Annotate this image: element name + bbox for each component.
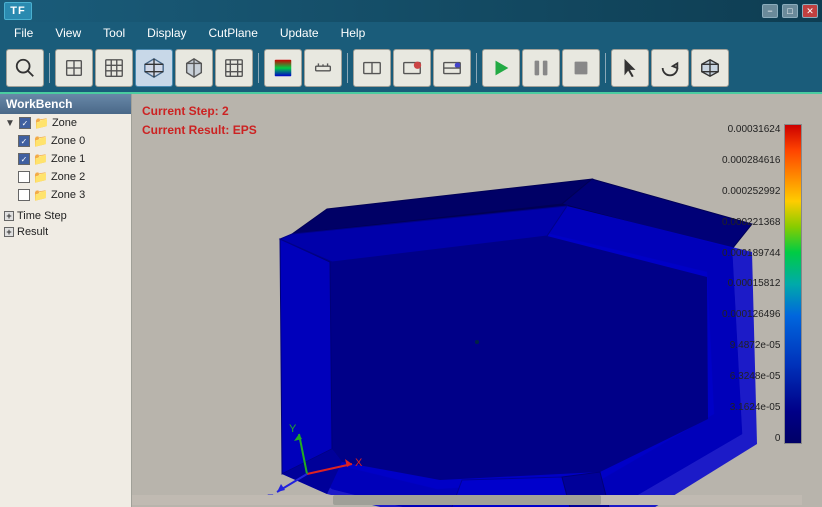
zone1-tree-item[interactable]: 📁 Zone 1: [14, 150, 131, 168]
zone3-folder-icon: 📁: [33, 188, 48, 202]
zone1-checkbox[interactable]: [18, 153, 30, 165]
stop-button[interactable]: [562, 49, 600, 87]
menu-cutplane[interactable]: CutPlane: [199, 24, 268, 42]
legend-val-9: 3.1624e-05: [722, 402, 780, 413]
zone2-label: Zone 2: [51, 171, 85, 183]
separator-4: [476, 53, 477, 83]
menu-update[interactable]: Update: [270, 24, 329, 42]
zone-folder-icon: 📁: [34, 116, 49, 130]
zone2-checkbox[interactable]: [18, 171, 30, 183]
toolbar: [0, 44, 822, 94]
pause-button[interactable]: [522, 49, 560, 87]
zone1-folder-icon: 📁: [33, 152, 48, 166]
workbench-header: WorkBench: [0, 94, 131, 114]
horizontal-scrollbar[interactable]: [132, 495, 802, 505]
time-step-label: Time Step: [17, 210, 67, 222]
menu-tool[interactable]: Tool: [93, 24, 135, 42]
separator-2: [258, 53, 259, 83]
menu-file[interactable]: File: [4, 24, 43, 42]
zone0-folder-icon: 📁: [33, 134, 48, 148]
legend-color-bar: [784, 124, 802, 444]
legend-val-2: 0.000252992: [722, 186, 780, 197]
zone-label: Zone: [52, 117, 77, 129]
title-bar: TF − □ ✕: [0, 0, 822, 22]
current-step-line: Current Step: 2: [142, 102, 257, 121]
menu-view[interactable]: View: [45, 24, 91, 42]
legend-val-10: 0: [722, 433, 780, 444]
current-result-line: Current Result: EPS: [142, 121, 257, 140]
info-text: Current Step: 2 Current Result: EPS: [142, 102, 257, 140]
wireframe-button[interactable]: [95, 49, 133, 87]
tf-logo: TF: [4, 2, 32, 20]
legend-labels: 0.00031624 0.000284616 0.000252992 0.000…: [722, 124, 780, 444]
box-view-button[interactable]: [175, 49, 213, 87]
zone3-checkbox[interactable]: [18, 189, 30, 201]
zone-expand-icon[interactable]: ▼: [4, 117, 16, 129]
legend-val-7: 9.4872e-05: [722, 340, 780, 351]
minimize-button[interactable]: −: [762, 4, 778, 18]
result-expand[interactable]: +: [4, 227, 14, 237]
iso-view-button[interactable]: [135, 49, 173, 87]
current-result-label: Current Result:: [142, 123, 229, 137]
zone-checkbox[interactable]: [19, 117, 31, 129]
face-view-button[interactable]: [55, 49, 93, 87]
zone2-tree-item[interactable]: 📁 Zone 2: [14, 168, 131, 186]
menu-bar: File View Tool Display CutPlane Update H…: [0, 22, 822, 44]
menu-display[interactable]: Display: [137, 24, 196, 42]
time-step-item[interactable]: + Time Step: [0, 208, 131, 224]
color-map-button[interactable]: [264, 49, 302, 87]
title-bar-left: TF: [4, 2, 38, 20]
search-button[interactable]: [6, 49, 44, 87]
left-panel: WorkBench ▼ 📁 Zone 📁 Zone 0 📁 Zone 1 📁 Z…: [0, 94, 132, 507]
legend-val-3: 0.000221368: [722, 217, 780, 228]
separator-5: [605, 53, 606, 83]
main-content: WorkBench ▼ 📁 Zone 📁 Zone 0 📁 Zone 1 📁 Z…: [0, 94, 822, 507]
rotate-button[interactable]: [651, 49, 689, 87]
iso-box2-button[interactable]: [691, 49, 729, 87]
legend-val-0: 0.00031624: [722, 124, 780, 135]
svg-text:X: X: [355, 457, 363, 469]
zone0-checkbox[interactable]: [18, 135, 30, 147]
title-bar-right: − □ ✕: [762, 4, 818, 18]
separator-1: [49, 53, 50, 83]
color-legend: 0.00031624 0.000284616 0.000252992 0.000…: [722, 124, 812, 444]
maximize-button[interactable]: □: [782, 4, 798, 18]
time-step-expand[interactable]: +: [4, 211, 14, 221]
zone3-tree-item[interactable]: 📁 Zone 3: [14, 186, 131, 204]
close-button[interactable]: ✕: [802, 4, 818, 18]
menu-help[interactable]: Help: [331, 24, 376, 42]
view-panel1-button[interactable]: [353, 49, 391, 87]
zone1-label: Zone 1: [51, 153, 85, 165]
legend-val-5: 0.00015812: [722, 278, 780, 289]
view-panel3-button[interactable]: [433, 49, 471, 87]
result-item[interactable]: + Result: [0, 224, 131, 240]
view-panel2-button[interactable]: [393, 49, 431, 87]
legend-val-8: 6.3248e-05: [722, 371, 780, 382]
viewport[interactable]: Current Step: 2 Current Result: EPS: [132, 94, 822, 507]
legend-val-6: 0.000126496: [722, 309, 780, 320]
legend-val-1: 0.000284616: [722, 155, 780, 166]
mesh-visualization: X Y Z: [132, 94, 822, 507]
zone3-label: Zone 3: [51, 189, 85, 201]
cursor-button[interactable]: [611, 49, 649, 87]
zone0-label: Zone 0: [51, 135, 85, 147]
play-button[interactable]: [482, 49, 520, 87]
measure-button[interactable]: [304, 49, 342, 87]
svg-text:Y: Y: [289, 423, 297, 435]
separator-3: [347, 53, 348, 83]
zone-tree-item[interactable]: ▼ 📁 Zone: [0, 114, 131, 132]
zone2-folder-icon: 📁: [33, 170, 48, 184]
current-step-label: Current Step:: [142, 104, 219, 118]
result-label: Result: [17, 226, 48, 238]
legend-val-4: 0.000189744: [722, 248, 780, 259]
scrollbar-thumb[interactable]: [333, 495, 601, 505]
fit-all-button[interactable]: [215, 49, 253, 87]
zone0-tree-item[interactable]: 📁 Zone 0: [14, 132, 131, 150]
